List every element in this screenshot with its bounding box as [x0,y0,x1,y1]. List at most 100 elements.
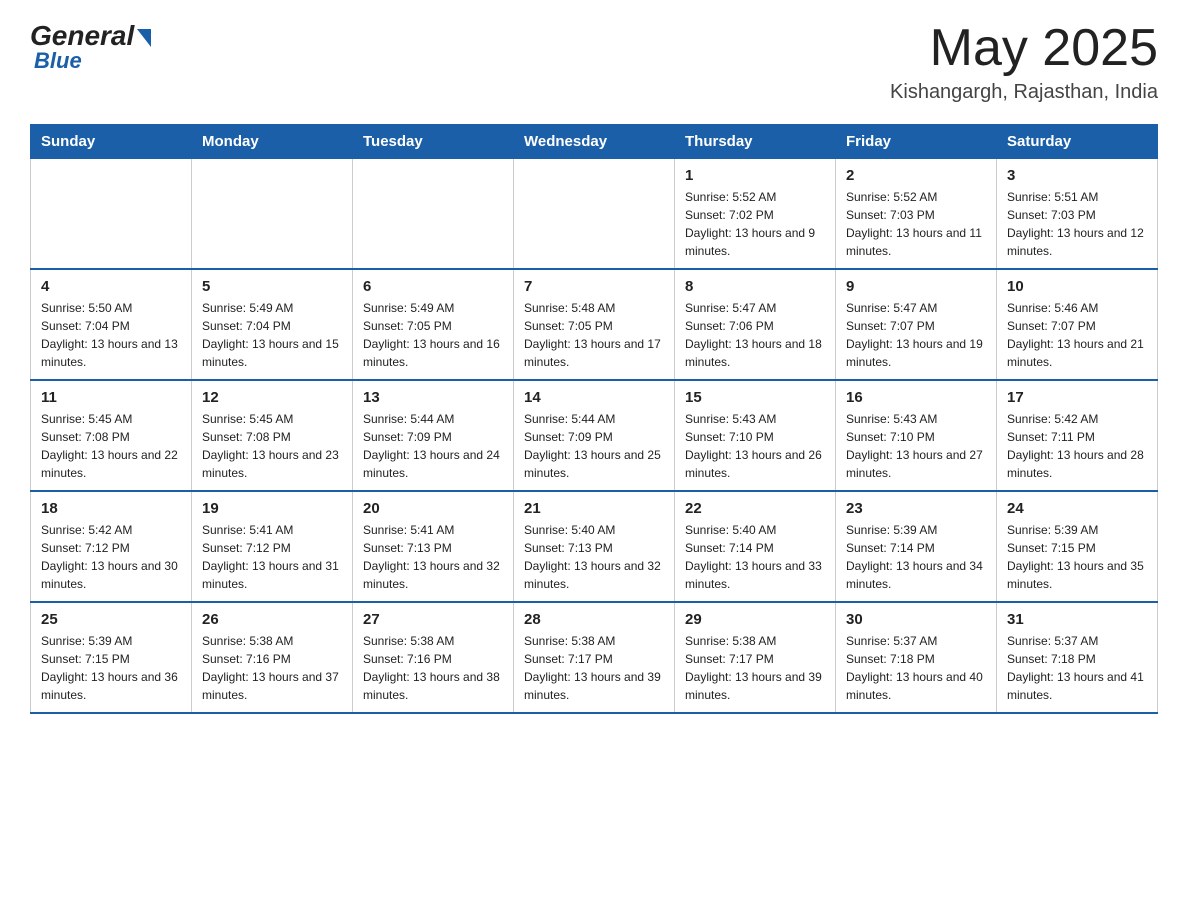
calendar-cell: 13 Sunrise: 5:44 AM Sunset: 7:09 PM Dayli… [353,380,514,491]
logo-arrow-icon [137,29,151,47]
calendar-cell: 4Sunrise: 5:50 AM Sunset: 7:04 PM Daylig… [31,269,192,380]
title-block: May 2025 Kishangargh, Rajasthan, India [890,20,1158,104]
calendar-cell: 18 Sunrise: 5:42 AM Sunset: 7:12 PM Dayli… [31,491,192,602]
day-info: Sunrise: 5:39 AM Sunset: 7:14 PM Dayligh… [846,521,986,593]
day-info: Sunrise: 5:37 AM Sunset: 7:18 PM Dayligh… [1007,632,1147,704]
day-info: Sunrise: 5:49 AM Sunset: 7:04 PM Dayligh… [202,299,342,371]
day-info: Sunrise: 5:42 AM Sunset: 7:11 PM Dayligh… [1007,410,1147,482]
day-info: Sunrise: 5:43 AM Sunset: 7:10 PM Dayligh… [685,410,825,482]
day-info: Sunrise: 5:45 AM Sunset: 7:08 PM Dayligh… [41,410,181,482]
calendar-cell: 12Sunrise: 5:45 AM Sunset: 7:08 PM Dayli… [192,380,353,491]
calendar-cell: 8Sunrise: 5:47 AM Sunset: 7:06 PM Daylig… [675,269,836,380]
calendar-cell: 2 Sunrise: 5:52 AM Sunset: 7:03 PM Daylig… [836,159,997,270]
day-number: 4 [41,278,181,295]
week-row-4: 18 Sunrise: 5:42 AM Sunset: 7:12 PM Dayli… [31,491,1158,602]
day-number: 29 [685,611,825,628]
calendar-cell: 3 Sunrise: 5:51 AM Sunset: 7:03 PM Daylig… [997,159,1158,270]
calendar-cell: 31 Sunrise: 5:37 AM Sunset: 7:18 PM Dayli… [997,602,1158,713]
calendar-cell: 28Sunrise: 5:38 AM Sunset: 7:17 PM Dayli… [514,602,675,713]
day-info: Sunrise: 5:43 AM Sunset: 7:10 PM Dayligh… [846,410,986,482]
calendar-title: May 2025 [890,20,1158,77]
day-number: 27 [363,611,503,628]
calendar-cell: 5 Sunrise: 5:49 AM Sunset: 7:04 PM Daylig… [192,269,353,380]
calendar-cell: 10Sunrise: 5:46 AM Sunset: 7:07 PM Dayli… [997,269,1158,380]
calendar-cell: 27 Sunrise: 5:38 AM Sunset: 7:16 PM Dayli… [353,602,514,713]
day-number: 13 [363,389,503,406]
day-info: Sunrise: 5:44 AM Sunset: 7:09 PM Dayligh… [363,410,503,482]
header-monday: Monday [192,125,353,159]
day-info: Sunrise: 5:46 AM Sunset: 7:07 PM Dayligh… [1007,299,1147,371]
calendar-cell: 30 Sunrise: 5:37 AM Sunset: 7:18 PM Dayli… [836,602,997,713]
day-number: 3 [1007,167,1147,184]
calendar-cell: 25 Sunrise: 5:39 AM Sunset: 7:15 PM Dayli… [31,602,192,713]
calendar-table: SundayMondayTuesdayWednesdayThursdayFrid… [30,124,1158,714]
day-info: Sunrise: 5:37 AM Sunset: 7:18 PM Dayligh… [846,632,986,704]
day-number: 25 [41,611,181,628]
header-sunday: Sunday [31,125,192,159]
day-number: 21 [524,500,664,517]
day-number: 18 [41,500,181,517]
day-number: 20 [363,500,503,517]
day-number: 31 [1007,611,1147,628]
calendar-cell: 6Sunrise: 5:49 AM Sunset: 7:05 PM Daylig… [353,269,514,380]
day-info: Sunrise: 5:45 AM Sunset: 7:08 PM Dayligh… [202,410,342,482]
calendar-location: Kishangargh, Rajasthan, India [890,81,1158,104]
calendar-cell: 9Sunrise: 5:47 AM Sunset: 7:07 PM Daylig… [836,269,997,380]
day-number: 15 [685,389,825,406]
day-info: Sunrise: 5:44 AM Sunset: 7:09 PM Dayligh… [524,410,664,482]
day-info: Sunrise: 5:48 AM Sunset: 7:05 PM Dayligh… [524,299,664,371]
day-number: 7 [524,278,664,295]
day-info: Sunrise: 5:38 AM Sunset: 7:16 PM Dayligh… [363,632,503,704]
day-info: Sunrise: 5:40 AM Sunset: 7:13 PM Dayligh… [524,521,664,593]
calendar-cell: 29Sunrise: 5:38 AM Sunset: 7:17 PM Dayli… [675,602,836,713]
week-row-2: 4Sunrise: 5:50 AM Sunset: 7:04 PM Daylig… [31,269,1158,380]
day-number: 30 [846,611,986,628]
calendar-cell: 15 Sunrise: 5:43 AM Sunset: 7:10 PM Dayli… [675,380,836,491]
day-number: 23 [846,500,986,517]
day-info: Sunrise: 5:42 AM Sunset: 7:12 PM Dayligh… [41,521,181,593]
day-info: Sunrise: 5:41 AM Sunset: 7:12 PM Dayligh… [202,521,342,593]
calendar-header-row: SundayMondayTuesdayWednesdayThursdayFrid… [31,125,1158,159]
calendar-cell: 14 Sunrise: 5:44 AM Sunset: 7:09 PM Dayli… [514,380,675,491]
day-info: Sunrise: 5:51 AM Sunset: 7:03 PM Dayligh… [1007,188,1147,260]
day-info: Sunrise: 5:41 AM Sunset: 7:13 PM Dayligh… [363,521,503,593]
day-info: Sunrise: 5:38 AM Sunset: 7:16 PM Dayligh… [202,632,342,704]
calendar-cell: 11 Sunrise: 5:45 AM Sunset: 7:08 PM Dayli… [31,380,192,491]
header-thursday: Thursday [675,125,836,159]
day-info: Sunrise: 5:39 AM Sunset: 7:15 PM Dayligh… [1007,521,1147,593]
day-number: 26 [202,611,342,628]
day-info: Sunrise: 5:52 AM Sunset: 7:03 PM Dayligh… [846,188,986,260]
day-number: 11 [41,389,181,406]
day-number: 28 [524,611,664,628]
calendar-cell: 20 Sunrise: 5:41 AM Sunset: 7:13 PM Dayli… [353,491,514,602]
calendar-cell [514,159,675,270]
day-number: 19 [202,500,342,517]
calendar-cell: 22Sunrise: 5:40 AM Sunset: 7:14 PM Dayli… [675,491,836,602]
day-number: 2 [846,167,986,184]
week-row-5: 25 Sunrise: 5:39 AM Sunset: 7:15 PM Dayli… [31,602,1158,713]
page-header: General Blue May 2025 Kishangargh, Rajas… [30,20,1158,104]
logo-blue-text: Blue [30,48,82,74]
week-row-1: 1Sunrise: 5:52 AM Sunset: 7:02 PM Daylig… [31,159,1158,270]
calendar-cell: 17 Sunrise: 5:42 AM Sunset: 7:11 PM Dayli… [997,380,1158,491]
day-info: Sunrise: 5:40 AM Sunset: 7:14 PM Dayligh… [685,521,825,593]
calendar-cell: 16Sunrise: 5:43 AM Sunset: 7:10 PM Dayli… [836,380,997,491]
calendar-cell: 19 Sunrise: 5:41 AM Sunset: 7:12 PM Dayli… [192,491,353,602]
day-info: Sunrise: 5:39 AM Sunset: 7:15 PM Dayligh… [41,632,181,704]
day-number: 14 [524,389,664,406]
week-row-3: 11 Sunrise: 5:45 AM Sunset: 7:08 PM Dayli… [31,380,1158,491]
header-wednesday: Wednesday [514,125,675,159]
day-number: 5 [202,278,342,295]
logo: General Blue [30,20,151,74]
calendar-cell: 7 Sunrise: 5:48 AM Sunset: 7:05 PM Daylig… [514,269,675,380]
day-info: Sunrise: 5:47 AM Sunset: 7:06 PM Dayligh… [685,299,825,371]
day-number: 17 [1007,389,1147,406]
calendar-cell: 21 Sunrise: 5:40 AM Sunset: 7:13 PM Dayli… [514,491,675,602]
calendar-cell [353,159,514,270]
header-saturday: Saturday [997,125,1158,159]
calendar-cell: 23 Sunrise: 5:39 AM Sunset: 7:14 PM Dayli… [836,491,997,602]
calendar-cell [192,159,353,270]
calendar-cell: 1Sunrise: 5:52 AM Sunset: 7:02 PM Daylig… [675,159,836,270]
day-number: 1 [685,167,825,184]
day-info: Sunrise: 5:47 AM Sunset: 7:07 PM Dayligh… [846,299,986,371]
